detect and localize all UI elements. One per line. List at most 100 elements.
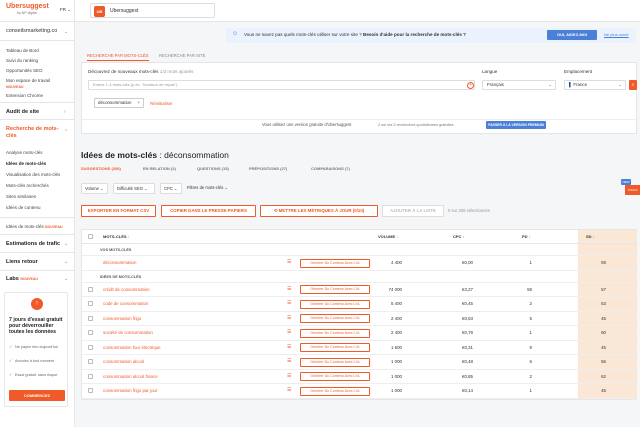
col-sd[interactable]: SD ↕	[586, 234, 595, 239]
generate-content-button[interactable]: Générer Du Contenu Avec L'IA	[300, 285, 370, 294]
sidebar-item-workspace[interactable]: Mon espace de travail NOUVEAU	[6, 78, 68, 90]
col-volume[interactable]: VOLUME ↕	[378, 234, 398, 239]
col-keywords[interactable]: MOTS-CLÉS ↕	[103, 234, 130, 239]
start-trial-button[interactable]: COMMENCEZ	[9, 390, 65, 401]
sidebar-item-seo-opportunities[interactable]: Opportunités SEO	[6, 68, 43, 74]
sidebar-item-labs[interactable]: Labs NOUVEAU	[6, 276, 38, 282]
generate-content-button[interactable]: Générer Du Contenu Avec L'IA	[300, 258, 370, 268]
cpc-filter[interactable]: CPC ⌄	[160, 183, 182, 194]
row-checkbox[interactable]	[88, 359, 93, 364]
seo-difficulty-filter[interactable]: Difficulté SEO ⌄	[113, 183, 155, 194]
row-checkbox[interactable]	[88, 388, 93, 393]
sidebar-item-keyword-visualization[interactable]: Visualisation des mots-clés	[6, 172, 60, 178]
keyword-chip[interactable]: déconsommation ×	[94, 98, 144, 108]
sidebar-item-dashboard[interactable]: Tableau de Bord	[6, 48, 39, 54]
keyword-link[interactable]: code de consommation	[103, 301, 148, 306]
tab-keyword-search[interactable]: RECHERCHE PAR MOTS-CLÉS	[87, 51, 149, 61]
chevron-down-icon[interactable]: ⌄	[64, 29, 68, 35]
reset-link[interactable]: Réinitialiser	[150, 101, 173, 106]
language-select[interactable]: Français ⌄	[482, 80, 556, 90]
side-tools-tab[interactable]: TOOLS	[625, 185, 640, 195]
keyword-filters[interactable]: Filtres de mots-clés ⌄	[187, 185, 228, 190]
keywords-table: MOTS-CLÉS ↕ VOLUME ↕ CPC ↕ PD ↕ SD ↕ VOS…	[81, 229, 637, 400]
keyword-details-icon[interactable]: ☰	[287, 344, 291, 350]
keyword-link[interactable]: consommation four électrique	[103, 345, 161, 350]
group-keyword-ideas: IDÉES DE MOTS-CLÉS	[82, 270, 637, 283]
sidebar-item-searched-keywords[interactable]: Mots-clés recherchés	[6, 183, 49, 189]
generate-content-button[interactable]: Générer Du Contenu Avec L'IA	[300, 328, 370, 338]
row-checkbox[interactable]	[88, 344, 93, 350]
keyword-input[interactable]: Entrez 1-3 mots-clés (p.ex. "livraison d…	[88, 80, 475, 90]
sidebar-item-keyword-analysis[interactable]: Analyse mots-clés	[6, 150, 43, 156]
generate-content-button[interactable]: Générer Du Contenu Avec L'IA	[300, 314, 370, 323]
keyword-link[interactable]: société de consommation	[103, 330, 153, 335]
sidebar-item-keyword-research[interactable]: Recherche de mots-clés	[6, 126, 62, 140]
keyword-link[interactable]: consommation frigo par jour	[103, 388, 157, 393]
table-row: crédit de consommation ☰ Générer Du Cont…	[82, 282, 637, 297]
generate-content-button[interactable]: Générer Du Contenu Avec L'IA	[300, 357, 370, 367]
sidebar-item-ranking[interactable]: Suivi du ranking	[6, 58, 38, 64]
keyword-link[interactable]: consommation alcool france	[103, 374, 158, 379]
generate-content-button[interactable]: Générer Du Contenu Avec L'IA	[300, 299, 370, 309]
update-metrics-button[interactable]: ⟲ METTRE LES MÉTRIQUES À JOUR (0/10)	[260, 205, 378, 217]
keyword-link[interactable]: consommation alcool	[103, 359, 144, 364]
sidebar-item-content-ideas[interactable]: Idées de contenu	[6, 205, 41, 211]
sidebar-item-keywords-by-site[interactable]: Idées de mots-clés NOUVEAU	[6, 224, 63, 231]
add-keyword-icon[interactable]: +	[467, 82, 474, 89]
generate-content-button[interactable]: Générer Du Contenu Avec L'IA	[300, 386, 370, 396]
upgrade-arrow-icon: ↑	[31, 298, 43, 310]
search-icon[interactable]: ⌕	[629, 80, 637, 90]
trial-card: ↑ 7 jours d'essai gratuit pour déverroui…	[4, 292, 68, 407]
row-checkbox[interactable]	[88, 286, 93, 292]
row-checkbox[interactable]	[88, 301, 93, 306]
project-selector[interactable]: UB Ubersuggest	[90, 3, 215, 18]
sidebar-item-keyword-ideas[interactable]: Idées de mots-clés	[6, 161, 46, 167]
refresh-icon: ⟲	[273, 208, 278, 213]
export-csv-button[interactable]: EXPORTER EN FORMAT CSV	[81, 205, 156, 217]
chevron-down-icon: ⌄	[618, 82, 622, 87]
language-selector[interactable]: FR ⌄	[60, 7, 71, 13]
keyword-details-icon[interactable]: ☰	[287, 387, 291, 393]
keyword-details-icon[interactable]: ☰	[287, 259, 291, 265]
add-to-list-button[interactable]: AJOUTER À LA LISTE	[382, 205, 444, 217]
keyword-details-icon[interactable]: ☰	[287, 315, 291, 321]
volume-filter[interactable]: Volume ⌄	[81, 183, 108, 194]
location-select[interactable]: ▌ France ⌄	[564, 80, 626, 90]
table-row: consommation frigo ☰ Générer Du Contenu …	[82, 311, 637, 326]
keyword-link[interactable]: crédit de consommation	[103, 287, 150, 292]
ubersuggest-logo[interactable]: Ubersuggest	[6, 3, 49, 10]
sidebar-item-traffic[interactable]: Estimations de trafic	[6, 241, 60, 247]
keyword-details-icon[interactable]: ☰	[287, 358, 291, 364]
dismiss-help-link[interactable]: Ne plus ouvrir	[604, 32, 629, 37]
generate-content-button[interactable]: Générer Du Contenu Avec L'IA	[300, 372, 370, 381]
sidebar-item-backlinks[interactable]: Liens retour	[6, 259, 38, 265]
sidebar-item-chrome-extension[interactable]: Extension Chrome	[6, 93, 43, 99]
keyword-details-icon[interactable]: ☰	[287, 286, 291, 292]
row-checkbox[interactable]	[88, 330, 93, 335]
chevron-down-icon: ⌄	[64, 241, 69, 247]
col-cpc[interactable]: CPC ↕	[453, 234, 465, 239]
select-all-checkbox[interactable]	[88, 234, 93, 239]
keyword-link[interactable]: consommation frigo	[103, 316, 141, 321]
help-yes-button[interactable]: OUI, AIDEZ-MOI	[547, 30, 597, 40]
keyword-details-icon[interactable]: ☰	[287, 300, 291, 306]
col-pd[interactable]: PD ↕	[522, 234, 531, 239]
sidebar-domain[interactable]: conseilsmarketing.co	[6, 28, 57, 34]
row-checkbox[interactable]	[88, 373, 93, 379]
upgrade-premium-button[interactable]: PASSER À LA VERSION PREMIUM	[486, 121, 546, 129]
generate-content-button[interactable]: Générer Du Contenu Avec L'IA	[300, 343, 370, 352]
tab-questions[interactable]: QUESTIONS (15)	[197, 166, 229, 171]
tab-comparisons[interactable]: COMPARAISONS (7)	[311, 166, 350, 171]
copy-clipboard-button[interactable]: COPIER DANS LE PRESSE-PAPIERS	[161, 205, 256, 217]
tab-site-search[interactable]: RECHERCHE PAR SITE	[159, 51, 205, 61]
sidebar-item-site-audit[interactable]: Audit de site	[6, 109, 39, 115]
keyword-details-icon[interactable]: ☰	[287, 373, 291, 379]
keyword-link[interactable]: déconsommation	[103, 260, 136, 265]
keyword-details-icon[interactable]: ☰	[287, 329, 291, 335]
row-checkbox[interactable]	[88, 315, 93, 321]
sidebar-item-similar-sites[interactable]: Sites similaires	[6, 194, 36, 200]
tab-suggestions[interactable]: SUGGESTIONS (208)	[81, 166, 121, 171]
tab-prepositions[interactable]: PRÉPOSITIONS (27)	[249, 166, 287, 171]
tab-related[interactable]: EN RELATION (2)	[143, 166, 176, 171]
table-row: consommation alcool ☰ Générer Du Contenu…	[82, 355, 637, 370]
